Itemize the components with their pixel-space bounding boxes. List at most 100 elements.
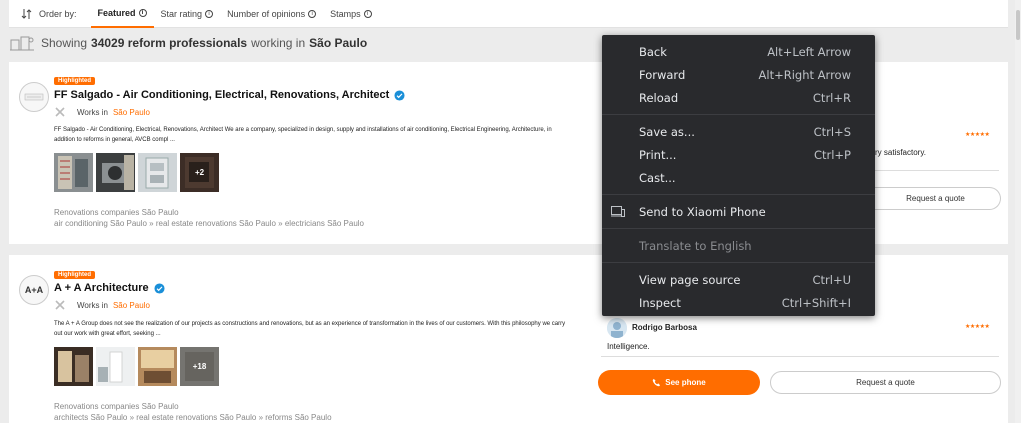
category-link[interactable]: Renovations companies São Paulo — [54, 401, 332, 412]
menu-item-shortcut: Ctrl+R — [812, 90, 851, 105]
menu-divider — [602, 228, 875, 229]
sort-option-stamps[interactable]: Stamps i — [323, 0, 379, 28]
menu-divider — [602, 114, 875, 115]
photo-thumbnail[interactable] — [96, 153, 135, 192]
menu-item-label: Inspect — [639, 295, 681, 310]
tag-link[interactable]: electricians São Paulo — [285, 219, 364, 228]
photo-thumbnail[interactable] — [138, 347, 177, 386]
sort-option-number-of-opinions[interactable]: Number of opinions i — [220, 0, 323, 28]
menu-item-back[interactable]: Back Alt+Left Arrow — [602, 40, 875, 63]
menu-item-cast[interactable]: Cast... — [602, 166, 875, 189]
company-name-text[interactable]: A + A Architecture — [54, 282, 149, 294]
review-text: ry satisfactory. — [875, 148, 926, 157]
tag-separator: » — [146, 219, 156, 228]
menu-divider — [602, 262, 875, 263]
works-in-label: Works in — [77, 107, 108, 117]
showing-middle: working in — [251, 36, 306, 50]
photo-thumbnail-more[interactable]: +2 — [180, 153, 219, 192]
menu-item-label: Translate to English — [639, 238, 752, 253]
works-in-label: Works in — [77, 300, 108, 310]
tag-link[interactable]: real estate renovations São Paulo — [156, 219, 276, 228]
menu-item-label: Print... — [639, 147, 677, 162]
tag-separator: » — [127, 413, 137, 422]
tag-links: architects São Paulo » real estate renov… — [54, 412, 332, 423]
review-divider — [875, 170, 999, 171]
tag-link[interactable]: real estate renovations São Paulo — [136, 413, 256, 422]
page-scrollbar[interactable] — [1015, 0, 1021, 423]
info-icon: i — [308, 9, 317, 18]
menu-item-print[interactable]: Print... Ctrl+P — [602, 143, 875, 166]
works-in: Works in São Paulo — [54, 106, 150, 118]
menu-item-shortcut: Ctrl+U — [812, 272, 851, 287]
company-logo[interactable]: A+A — [19, 275, 49, 305]
review-stars: ★★★★★ — [965, 132, 990, 138]
review-stars: ★★★★★ — [965, 324, 990, 330]
results-count: Showing 34029 reform professionals worki… — [9, 33, 371, 53]
phone-icon — [652, 378, 661, 387]
reviewer-name: Rodrigo Barbosa — [632, 323, 697, 332]
menu-divider — [602, 194, 875, 195]
sort-bar: Order by: Featured i Star rating i Number … — [9, 0, 1008, 28]
photo-thumbnail[interactable] — [54, 153, 93, 192]
menu-item-save-as[interactable]: Save as... Ctrl+S — [602, 120, 875, 143]
sort-option-featured[interactable]: Featured i — [90, 0, 154, 28]
order-by-label: Order by: — [39, 8, 77, 19]
more-photos-count[interactable]: +18 — [180, 347, 219, 386]
photo-gallery[interactable]: +18 — [54, 347, 219, 386]
menu-item-view-source[interactable]: View page source Ctrl+U — [602, 268, 875, 291]
category-link[interactable]: Renovations companies São Paulo — [54, 207, 364, 218]
professionals-count: 34029 reform professionals — [91, 36, 248, 50]
verified-icon — [394, 89, 405, 101]
showing-city: São Paulo — [309, 36, 368, 50]
menu-item-label: View page source — [639, 272, 741, 287]
photo-gallery[interactable]: +2 — [54, 153, 219, 192]
menu-item-forward[interactable]: Forward Alt+Right Arrow — [602, 63, 875, 86]
tag-separator: » — [256, 413, 266, 422]
professionals-icon — [10, 36, 34, 51]
highlighted-badge: Highlighted — [54, 77, 95, 85]
menu-item-translate: Translate to English — [602, 234, 875, 257]
menu-item-label: Send to Xiaomi Phone — [639, 204, 766, 219]
more-photos-count[interactable]: +2 — [180, 153, 219, 192]
menu-item-reload[interactable]: Reload Ctrl+R — [602, 86, 875, 109]
company-name[interactable]: A + A Architecture — [54, 282, 165, 294]
company-description: FF Salgado - Air Conditioning, Electrica… — [54, 127, 552, 143]
review-divider — [601, 356, 999, 357]
photo-thumbnail[interactable] — [54, 347, 93, 386]
menu-item-label: Cast... — [639, 170, 676, 185]
verified-icon — [154, 282, 165, 294]
request-quote-button[interactable]: Request a quote — [871, 187, 1001, 210]
menu-item-shortcut: Alt+Right Arrow — [758, 67, 851, 82]
works-in: Works in São Paulo — [54, 299, 150, 311]
company-name-text[interactable]: FF Salgado - Air Conditioning, Electrica… — [54, 89, 389, 101]
see-phone-button[interactable]: See phone — [598, 370, 760, 395]
tag-link[interactable]: architects São Paulo — [54, 413, 127, 422]
category-links: Renovations companies São Paulo architec… — [54, 401, 332, 423]
highlighted-badge: Highlighted — [54, 271, 95, 279]
logo-text: A+A — [24, 285, 44, 295]
sort-option-star-rating[interactable]: Star rating i — [154, 0, 221, 28]
tools-icon — [55, 300, 65, 310]
request-quote-label: Request a quote — [906, 194, 965, 203]
info-icon: i — [205, 9, 214, 18]
works-in-city[interactable]: São Paulo — [113, 301, 150, 310]
context-menu: Back Alt+Left Arrow Forward Alt+Right Arro… — [602, 35, 875, 316]
tag-links: air conditioning São Paulo » real estate… — [54, 218, 364, 229]
menu-item-shortcut: Ctrl+Shift+I — [781, 295, 851, 310]
sort-icon — [21, 8, 33, 20]
photo-thumbnail[interactable] — [96, 347, 135, 386]
works-in-city[interactable]: São Paulo — [113, 108, 150, 117]
info-icon: i — [363, 9, 372, 18]
menu-item-send-to-phone[interactable]: Send to Xiaomi Phone — [602, 200, 875, 223]
company-name[interactable]: FF Salgado - Air Conditioning, Electrica… — [54, 89, 405, 101]
scrollbar-thumb[interactable] — [1016, 10, 1020, 40]
photo-thumbnail[interactable] — [138, 153, 177, 192]
company-logo[interactable] — [19, 82, 49, 112]
tag-link[interactable]: air conditioning São Paulo — [54, 219, 147, 228]
menu-item-label: Back — [639, 44, 667, 59]
request-quote-button[interactable]: Request a quote — [770, 371, 1001, 394]
see-phone-label: See phone — [665, 378, 706, 387]
photo-thumbnail-more[interactable]: +18 — [180, 347, 219, 386]
tag-link[interactable]: reforms São Paulo — [265, 413, 331, 422]
menu-item-inspect[interactable]: Inspect Ctrl+Shift+I — [602, 291, 875, 314]
